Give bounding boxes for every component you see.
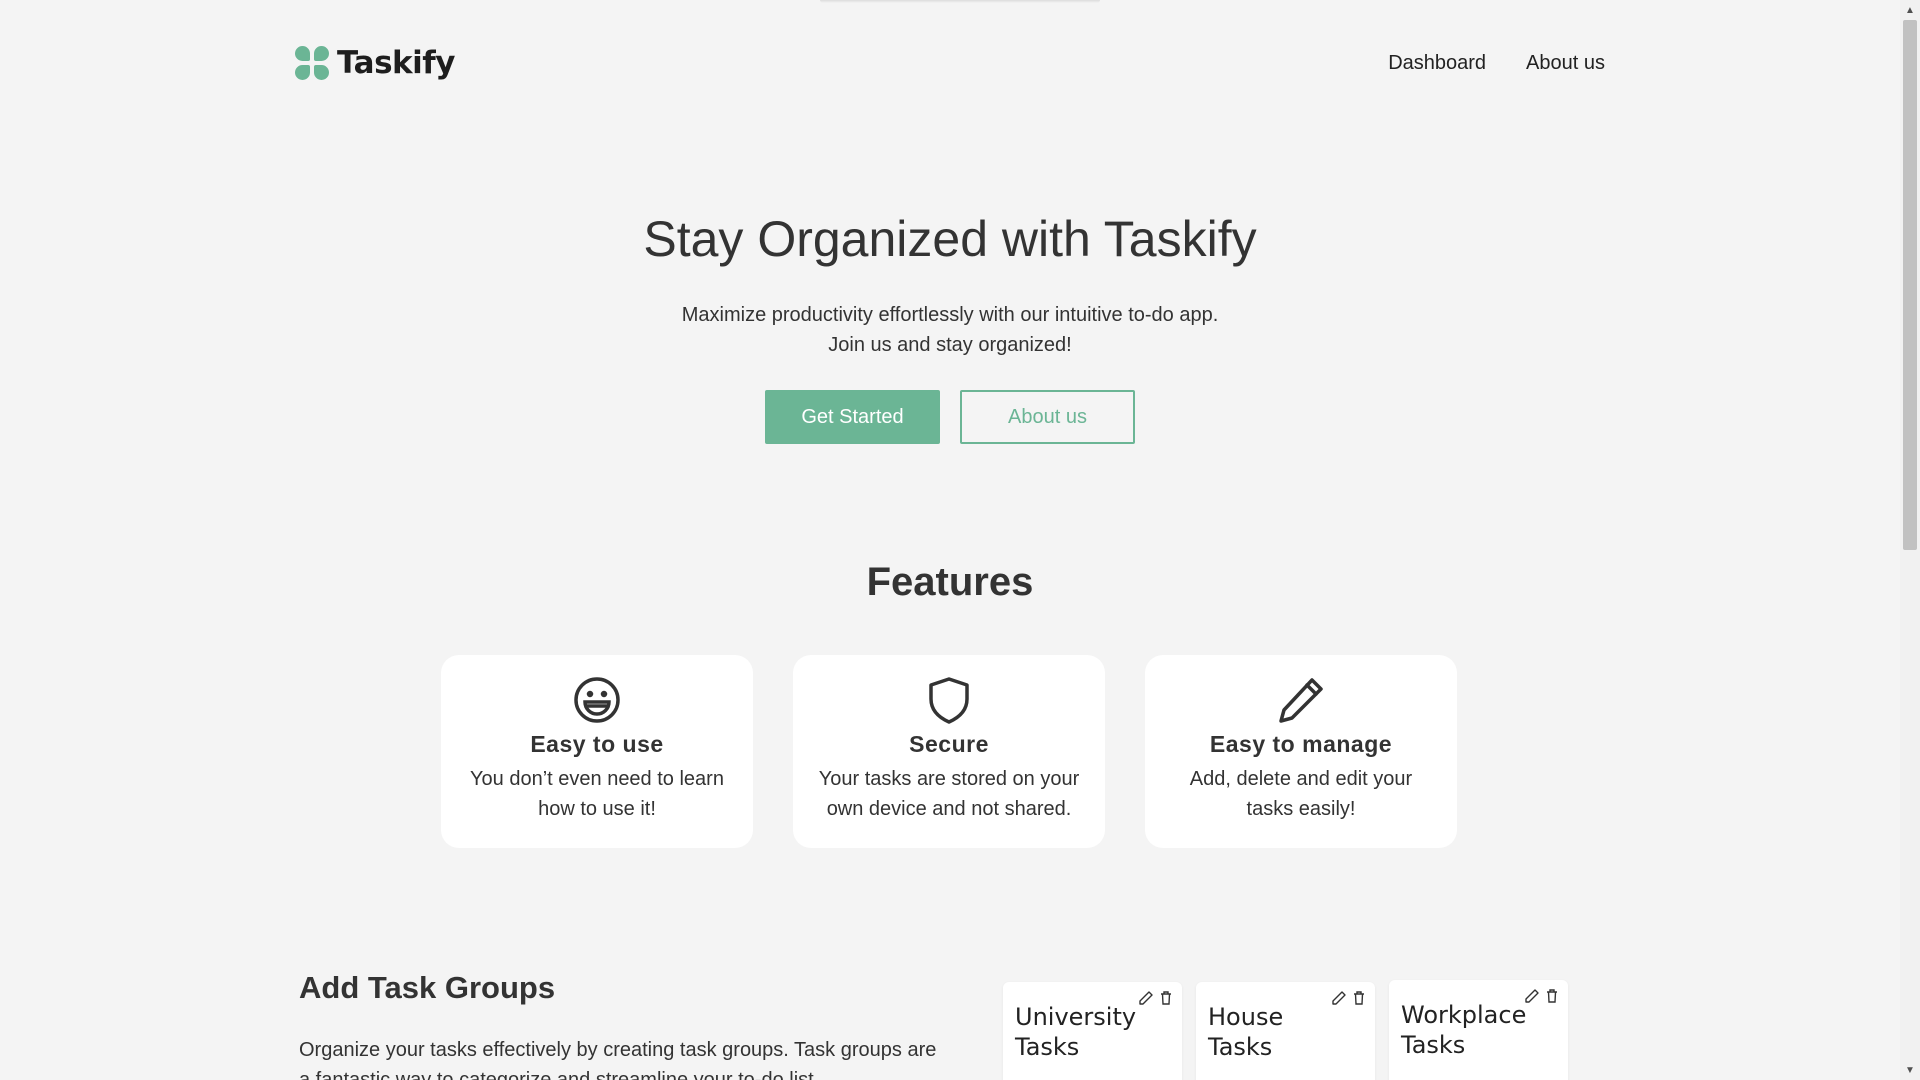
trash-icon[interactable] bbox=[1158, 990, 1174, 1006]
hero-subtitle-line2: Join us and stay organized! bbox=[828, 334, 1072, 356]
hero-section: Stay Organized with Taskify Maximize pro… bbox=[0, 210, 1900, 444]
task-group-name: Workplace Tasks bbox=[1401, 1001, 1527, 1059]
task-group-name: House Tasks bbox=[1208, 1003, 1284, 1061]
task-groups-title: Add Task Groups bbox=[299, 970, 556, 1005]
hero-buttons: Get Started About us bbox=[0, 390, 1900, 444]
trash-icon[interactable] bbox=[1544, 988, 1560, 1004]
task-group-card[interactable]: Workplace Tasks bbox=[1389, 980, 1568, 1080]
task-group-card[interactable]: House Tasks bbox=[1196, 982, 1375, 1080]
features-title: Features bbox=[866, 560, 1034, 604]
hero-title: Stay Organized with Taskify bbox=[643, 211, 1257, 267]
feature-card-easy-to-use: Easy to use You don’t even need to learn… bbox=[441, 655, 753, 848]
brand[interactable]: Taskify bbox=[295, 45, 455, 81]
top-shadow bbox=[820, 0, 1100, 3]
logo-icon bbox=[295, 46, 329, 80]
feature-title: Easy to manage bbox=[1209, 731, 1393, 757]
feature-card-secure: Secure Your tasks are stored on your own… bbox=[793, 655, 1105, 848]
feature-desc: Your tasks are stored on your own device… bbox=[818, 768, 1080, 820]
brand-name: Taskify bbox=[337, 45, 455, 81]
smile-icon bbox=[572, 675, 622, 725]
task-group-name: University Tasks bbox=[1015, 1003, 1137, 1061]
scroll-thumb[interactable] bbox=[1903, 20, 1917, 550]
scroll-down-arrow-icon[interactable]: ▼ bbox=[1900, 1060, 1920, 1080]
nav-about-us[interactable]: About us bbox=[1526, 52, 1605, 75]
feature-title: Easy to use bbox=[530, 731, 664, 757]
features-list: Easy to use You don’t even need to learn… bbox=[441, 655, 1457, 848]
task-group-card[interactable]: University Tasks bbox=[1003, 982, 1182, 1080]
feature-card-easy-to-manage: Easy to manage Add, delete and edit your… bbox=[1145, 655, 1457, 848]
feature-title: Secure bbox=[909, 731, 989, 757]
shield-icon bbox=[924, 675, 974, 725]
trash-icon[interactable] bbox=[1351, 990, 1367, 1006]
scroll-up-arrow-icon[interactable]: ▲ bbox=[1900, 0, 1920, 20]
task-group-actions bbox=[1331, 990, 1367, 1006]
nav: Dashboard About us bbox=[1388, 52, 1605, 75]
hero-subtitle-line1: Maximize productivity effortlessly with … bbox=[681, 304, 1219, 326]
nav-dashboard[interactable]: Dashboard bbox=[1388, 52, 1486, 75]
task-group-actions bbox=[1138, 990, 1174, 1006]
task-group-cards: University Tasks House Tasks Workplace T… bbox=[1003, 980, 1568, 1080]
pencil-icon bbox=[1276, 675, 1326, 725]
edit-icon[interactable] bbox=[1331, 990, 1347, 1006]
feature-desc: You don’t even need to learn how to use … bbox=[470, 768, 724, 820]
get-started-button[interactable]: Get Started bbox=[765, 390, 940, 444]
feature-desc: Add, delete and edit your tasks easily! bbox=[1189, 768, 1413, 820]
edit-icon[interactable] bbox=[1138, 990, 1154, 1006]
about-us-button[interactable]: About us bbox=[960, 390, 1135, 444]
task-group-actions bbox=[1524, 988, 1560, 1004]
edit-icon[interactable] bbox=[1524, 988, 1540, 1004]
task-groups-description: Organize your tasks effectively by creat… bbox=[299, 1039, 937, 1080]
vertical-scrollbar[interactable]: ▲ ▼ bbox=[1900, 0, 1920, 1080]
header: Taskify Dashboard About us bbox=[295, 38, 1605, 88]
